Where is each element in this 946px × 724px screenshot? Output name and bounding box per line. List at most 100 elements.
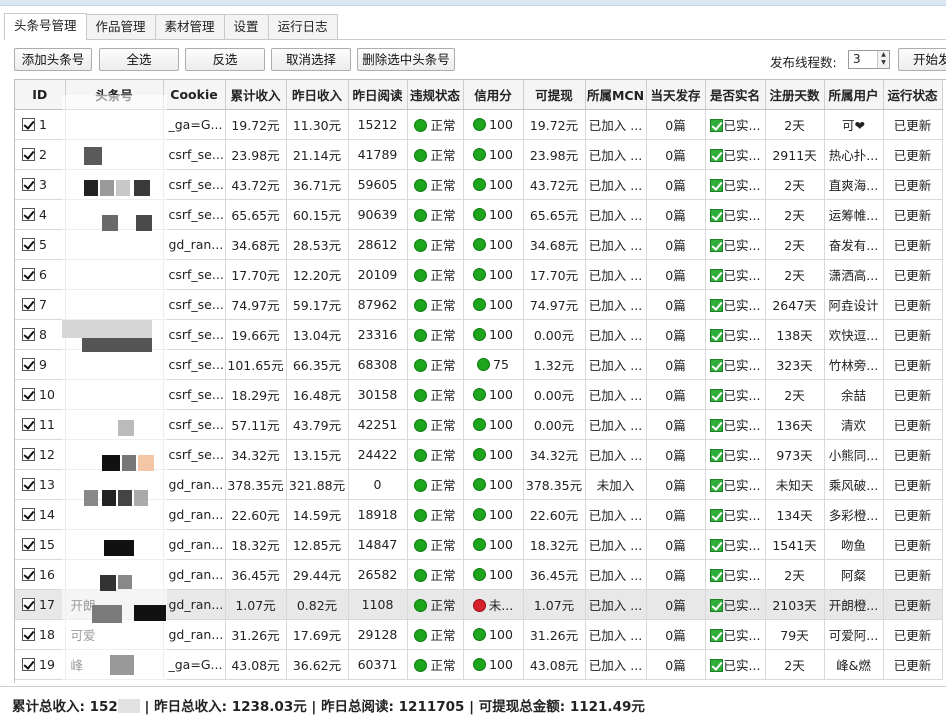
table-row[interactable]: 17 开朗 gd_ran... 1.07元 0.82元 1108 正常 未... 1.07元 已加…	[15, 589, 943, 620]
table-row[interactable]: 7 csrf_se... 74.97元 59.17元 87962 正常 100 74.97元已…	[15, 289, 943, 320]
withdrawable-cell: 18.32元	[523, 529, 586, 560]
account-name-cell	[65, 139, 164, 170]
column-header[interactable]: 运行状态	[883, 80, 943, 110]
delete-selected-button[interactable]: 删除选中头条号	[357, 48, 455, 71]
id-cell[interactable]: 8	[15, 319, 66, 350]
id-cell[interactable]: 9	[15, 349, 66, 380]
id-cell[interactable]: 10	[15, 379, 66, 410]
stepper-arrows-icon[interactable]: ▲ ▼	[877, 51, 889, 68]
tab-materials-manage[interactable]: 素材管理	[154, 14, 225, 39]
column-header[interactable]: ID	[15, 80, 66, 110]
row-checkbox[interactable]	[22, 597, 35, 611]
column-header[interactable]: 违规状态	[407, 80, 464, 110]
column-header[interactable]: 信用分	[463, 80, 524, 110]
column-header[interactable]: 头条号	[65, 80, 164, 110]
row-checkbox[interactable]	[22, 387, 35, 401]
invert-selection-button[interactable]: 反选	[185, 48, 265, 71]
table-row[interactable]: 10 csrf_se... 18.29元 16.48元 30158 正常 100 0.00元已…	[15, 379, 943, 410]
credit-dot-icon	[473, 447, 487, 461]
row-checkbox[interactable]	[22, 657, 35, 671]
credit-score: 100	[489, 176, 513, 192]
add-account-button[interactable]: 添加头条号	[14, 48, 92, 71]
column-header[interactable]: 所属MCN	[585, 80, 647, 110]
id-cell[interactable]: 7	[15, 289, 66, 320]
column-header[interactable]: Cookie	[163, 80, 226, 110]
column-header[interactable]: 可提现	[523, 80, 586, 110]
table-row[interactable]: 8 csrf_se... 19.66元 13.04元 23316 正常 100 0.00元 已加…	[15, 319, 943, 350]
row-checkbox[interactable]	[22, 417, 35, 431]
table-row[interactable]: 12 csrf_se... 34.32元 13.15元 24422 正常 100 34.32元…	[15, 439, 943, 470]
column-header[interactable]: 昨日收入	[286, 80, 349, 110]
row-checkbox[interactable]	[22, 207, 35, 221]
column-header[interactable]: 注册天数	[765, 80, 825, 110]
yesterday-income-cell: 13.04元	[286, 319, 349, 350]
id-cell[interactable]: 5	[15, 229, 66, 260]
table-row[interactable]: 1 _ga=G... 19.72元 11.30元 15212 正常 100 19.72元 已加入…	[15, 109, 943, 140]
column-header[interactable]: 所属用户	[824, 80, 884, 110]
today-posts-cell: 0篇	[646, 649, 706, 680]
tab-settings[interactable]: 设置	[223, 14, 269, 39]
verified-check-icon	[709, 568, 723, 582]
select-all-button[interactable]: 全选	[99, 48, 179, 71]
column-header[interactable]: 累计收入	[225, 80, 287, 110]
id-cell[interactable]: 17	[15, 589, 66, 620]
row-checkbox[interactable]	[22, 237, 35, 251]
row-checkbox[interactable]	[22, 537, 35, 551]
row-checkbox[interactable]	[22, 357, 35, 371]
table-row[interactable]: 3 csrf_se... 43.72元 36.71元 59605 正常 100 43.72元已…	[15, 169, 943, 200]
column-header[interactable]: 当天发存	[646, 80, 706, 110]
table-row[interactable]: 13 gd_ran... 378.35元 321.88元 0 正常 100 378.35元 未加…	[15, 469, 943, 500]
id-cell[interactable]: 14	[15, 499, 66, 530]
id-cell[interactable]: 6	[15, 259, 66, 290]
id-cell[interactable]: 2	[15, 139, 66, 170]
id-cell[interactable]: 13	[15, 469, 66, 500]
id-cell[interactable]: 11	[15, 409, 66, 440]
id-cell[interactable]: 4	[15, 199, 66, 230]
column-header[interactable]: 是否实名	[705, 80, 766, 110]
row-checkbox[interactable]	[22, 297, 35, 311]
row-checkbox[interactable]	[22, 267, 35, 281]
table-row[interactable]: 19 峰 _ga=G... 43.08元 36.62元 60371 正常 100 43.08元已…	[15, 649, 943, 680]
row-checkbox[interactable]	[22, 447, 35, 461]
row-checkbox[interactable]	[22, 117, 35, 131]
column-header[interactable]: 昨日阅读	[348, 80, 408, 110]
owner-user-cell: 吻鱼	[824, 529, 884, 560]
id-cell[interactable]: 3	[15, 169, 66, 200]
table-row[interactable]: 5 gd_ran... 34.68元 28.53元 28612 正常 100 34.68元 已加…	[15, 229, 943, 260]
tab-run-log[interactable]: 运行日志	[267, 14, 338, 39]
table-row[interactable]: 14 gd_ran... 22.60元 14.59元 18918 正常 100 22.60元已…	[15, 499, 943, 530]
table-row[interactable]: 4 csrf_se... 65.65元 60.15元 90639 正常 100 65.65元已…	[15, 199, 943, 230]
id-cell[interactable]: 19	[15, 649, 66, 680]
run-state-cell: 已更新	[883, 319, 943, 350]
credit-dot-icon	[473, 297, 487, 311]
table-row[interactable]: 11 csrf_se... 57.11元 43.79元 42251 正常 100 0.00元已…	[15, 409, 943, 440]
row-checkbox[interactable]	[22, 627, 35, 641]
row-checkbox[interactable]	[22, 477, 35, 491]
row-checkbox[interactable]	[22, 177, 35, 191]
id-cell[interactable]: 15	[15, 529, 66, 560]
violation-cell: 正常	[407, 619, 464, 650]
id-cell[interactable]: 18	[15, 619, 66, 650]
row-checkbox[interactable]	[22, 567, 35, 581]
id-cell[interactable]: 1	[15, 109, 66, 140]
row-checkbox[interactable]	[22, 327, 35, 341]
table-row[interactable]: 15 gd_ran... 18.32元 12.85元 14847 正常 100 18.32元已…	[15, 529, 943, 560]
row-checkbox[interactable]	[22, 507, 35, 521]
credit-dot-icon	[472, 598, 486, 612]
table-row[interactable]: 6 csrf_se... 17.70元 12.20元 20109 正常 100 17.70元已…	[15, 259, 943, 290]
table-row[interactable]: 16 gd_ran... 36.45元 29.44元 26582 正常 100 36.45元已…	[15, 559, 943, 590]
table-row[interactable]: 2 csrf_se... 23.98元 21.14元 41789 正常 100 23.98元已…	[15, 139, 943, 170]
yesterday-income-cell: 16.48元	[286, 379, 349, 410]
tab-account-manage[interactable]: 头条号管理	[4, 13, 87, 40]
deselect-button[interactable]: 取消选择	[271, 48, 351, 71]
tab-works-manage[interactable]: 作品管理	[85, 14, 156, 39]
row-checkbox[interactable]	[22, 147, 35, 161]
cookie-cell: csrf_se...	[163, 139, 226, 170]
start-publish-button[interactable]: 开始发	[898, 48, 946, 71]
id-cell[interactable]: 12	[15, 439, 66, 470]
thread-count-value: 3	[853, 52, 861, 66]
id-cell[interactable]: 16	[15, 559, 66, 590]
thread-count-stepper[interactable]: 3 ▲ ▼	[848, 50, 890, 69]
table-row[interactable]: 9 csrf_se... 101.65元 66.35元 68308 正常 75 1.32元 已加…	[15, 349, 943, 380]
table-row[interactable]: 18 可爱 gd_ran... 31.26元 17.69元 29128 正常 100 31.26…	[15, 619, 943, 650]
